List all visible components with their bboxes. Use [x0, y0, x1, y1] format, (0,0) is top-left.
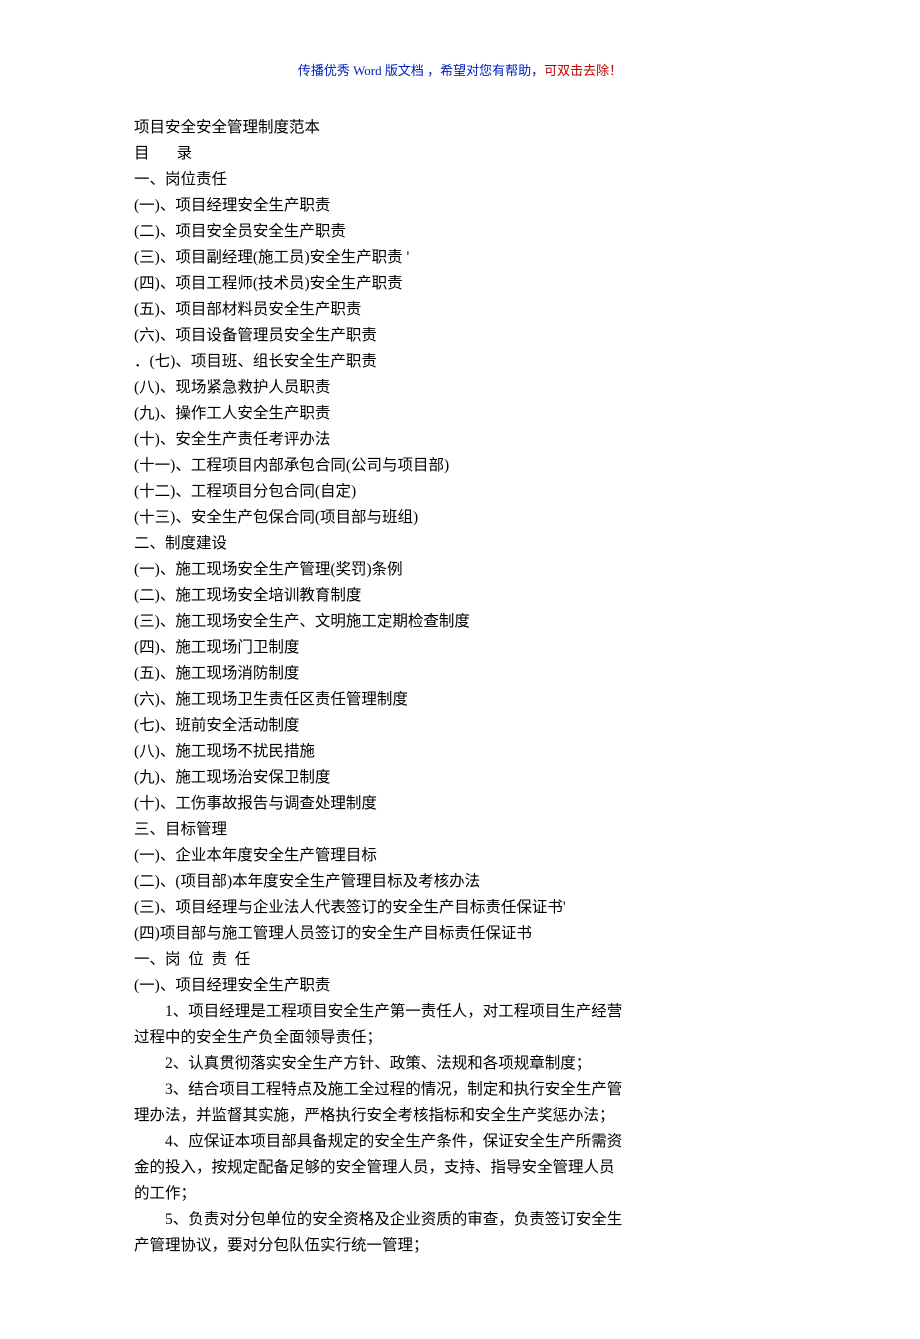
document-body: 项目安全安全管理制度范本目 录一、岗位责任(一)、项目经理安全生产职责(二)、项… [134, 115, 786, 1259]
body-line: (一)、施工现场安全生产管理(奖罚)条例 [134, 557, 786, 583]
body-line: (三)、项目副经理(施工员)安全生产职责 ' [134, 245, 786, 271]
body-line: 2、认真贯彻落实安全生产方针、政策、法规和各项规章制度； [134, 1051, 786, 1077]
body-line: 3、结合项目工程特点及施工全过程的情况，制定和执行安全生产管 [134, 1077, 786, 1103]
body-line: 1、项目经理是工程项目安全生产第一责任人，对工程项目生产经营 [134, 999, 786, 1025]
body-line: (三)、施工现场安全生产、文明施工定期检查制度 [134, 609, 786, 635]
body-line: (四)、项目工程师(技术员)安全生产职责 [134, 271, 786, 297]
body-line: 4、应保证本项目部具备规定的安全生产条件，保证安全生产所需资 [134, 1129, 786, 1155]
body-line: 金的投入，按规定配备足够的安全管理人员，支持、指导安全管理人员 [134, 1155, 786, 1181]
body-line: (十二)、工程项目分包合同(自定) [134, 479, 786, 505]
body-line: 理办法，并监督其实施，严格执行安全考核指标和安全生产奖惩办法； [134, 1103, 786, 1129]
body-line: 项目安全安全管理制度范本 [134, 115, 786, 141]
body-line: (二)、施工现场安全培训教育制度 [134, 583, 786, 609]
body-line: (九)、操作工人安全生产职责 [134, 401, 786, 427]
body-line: (六)、项目设备管理员安全生产职责 [134, 323, 786, 349]
body-line: (八)、现场紧急救护人员职责 [134, 375, 786, 401]
body-line: (二)、项目安全员安全生产职责 [134, 219, 786, 245]
body-line: (七)、班前安全活动制度 [134, 713, 786, 739]
body-line: (四)、施工现场门卫制度 [134, 635, 786, 661]
body-line: (八)、施工现场不扰民措施 [134, 739, 786, 765]
body-line: (三)、项目经理与企业法人代表签订的安全生产目标责任保证书' [134, 895, 786, 921]
header-note-red: 可双击去除！ [544, 63, 622, 78]
body-line: 二、制度建设 [134, 531, 786, 557]
body-line: 过程中的安全生产负全面领导责任； [134, 1025, 786, 1051]
body-line: (五)、项目部材料员安全生产职责 [134, 297, 786, 323]
body-line: 的工作； [134, 1181, 786, 1207]
document-page: 传播优秀 Word 版文档 ，希望对您有帮助，可双击去除！ 项目安全安全管理制度… [0, 0, 920, 1339]
header-note-blue: 传播优秀 Word 版文档 ，希望对您有帮助， [298, 63, 544, 78]
body-line: (四)项目部与施工管理人员签订的安全生产目标责任保证书 [134, 921, 786, 947]
body-line: (十三)、安全生产包保合同(项目部与班组) [134, 505, 786, 531]
body-line: (一)、项目经理安全生产职责 [134, 973, 786, 999]
body-line: 一、岗 位 责 任 [134, 947, 786, 973]
body-line: 一、岗位责任 [134, 167, 786, 193]
body-line: (六)、施工现场卫生责任区责任管理制度 [134, 687, 786, 713]
body-line: (五)、施工现场消防制度 [134, 661, 786, 687]
body-line: ．(七)、项目班、组长安全生产职责 [134, 349, 786, 375]
body-line: (十)、工伤事故报告与调查处理制度 [134, 791, 786, 817]
body-line: 目 录 [134, 141, 786, 167]
body-line: 三、目标管理 [134, 817, 786, 843]
body-line: (十)、安全生产责任考评办法 [134, 427, 786, 453]
body-line: (九)、施工现场治安保卫制度 [134, 765, 786, 791]
body-line: (二)、(项目部)本年度安全生产管理目标及考核办法 [134, 869, 786, 895]
header-note: 传播优秀 Word 版文档 ，希望对您有帮助，可双击去除！ [134, 60, 786, 79]
body-line: (一)、项目经理安全生产职责 [134, 193, 786, 219]
body-line: 5、负责对分包单位的安全资格及企业资质的审查，负责签订安全生 [134, 1207, 786, 1233]
body-line: 产管理协议，要对分包队伍实行统一管理； [134, 1233, 786, 1259]
body-line: (十一)、工程项目内部承包合同(公司与项目部) [134, 453, 786, 479]
body-line: (一)、企业本年度安全生产管理目标 [134, 843, 786, 869]
